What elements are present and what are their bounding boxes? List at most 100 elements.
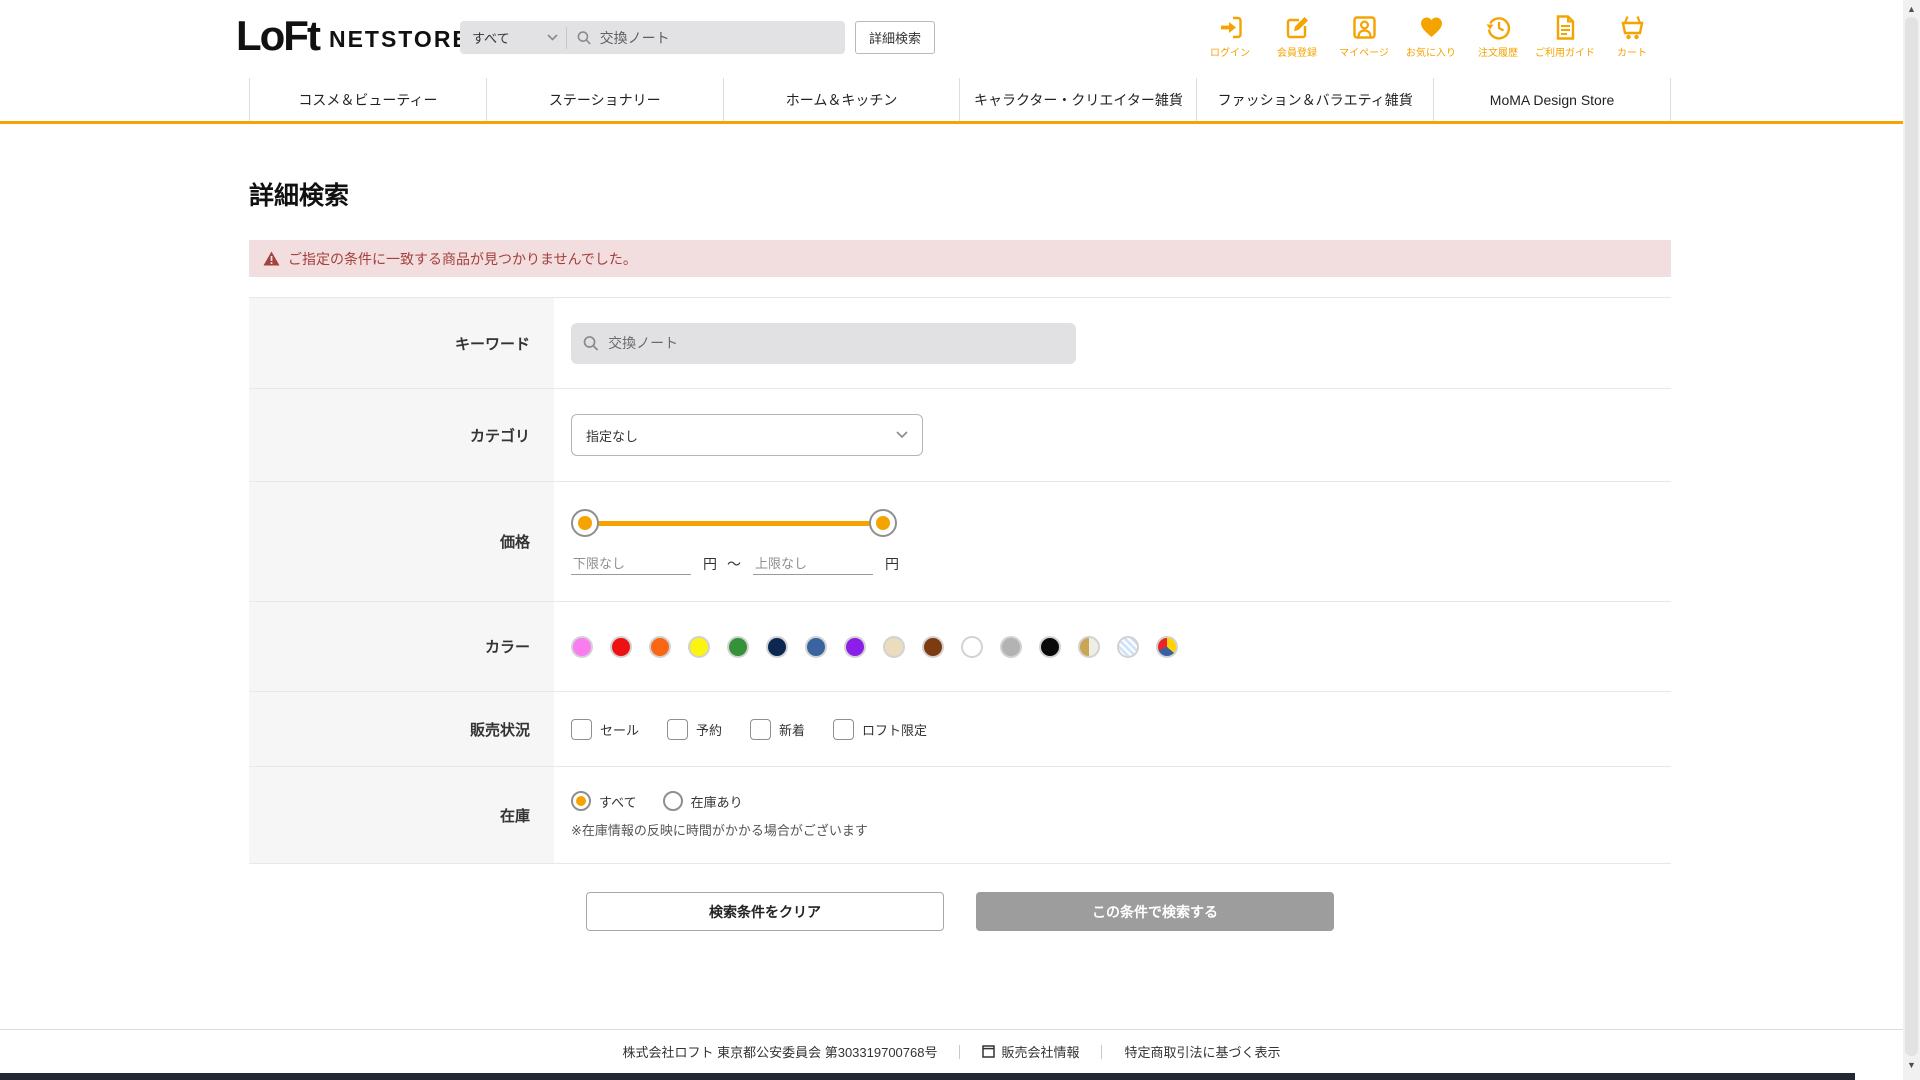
price-min-input[interactable]	[571, 552, 691, 575]
mypage-icon	[1352, 16, 1376, 39]
checkbox-loft-limited[interactable]: ロフト限定	[833, 718, 927, 740]
checkbox-label: 新着	[779, 722, 806, 738]
warning-icon	[263, 251, 280, 266]
nav-item-character[interactable]: キャラクター・クリエイター雑貨	[959, 78, 1196, 121]
color-swatch-orange[interactable]	[649, 635, 671, 658]
clear-conditions-button[interactable]: 検索条件をクリア	[586, 892, 944, 931]
footer-company-text: 株式会社ロフト 東京都公安委員会 第303319700768号	[622, 1045, 938, 1060]
mypage-label: マイページ	[1339, 48, 1389, 59]
guide-label: ご利用ガイド	[1535, 48, 1595, 59]
login-icon	[1220, 16, 1242, 39]
footer-link-seller-info[interactable]: 販売会社情報	[982, 1042, 1079, 1061]
color-swatch-navy[interactable]	[766, 635, 788, 658]
login-link[interactable]: ログイン	[1204, 14, 1256, 59]
sales-status-row: 販売状況 セール 予約 新着 ロフト限定	[249, 692, 1671, 767]
checkbox-box	[750, 718, 772, 740]
cart-label: カート	[1617, 48, 1647, 59]
price-slider-handle-min[interactable]	[571, 508, 599, 537]
favorites-label: お気に入り	[1406, 48, 1456, 59]
color-swatch-beige[interactable]	[883, 635, 905, 658]
color-swatch-purple[interactable]	[844, 635, 866, 658]
register-icon	[1286, 17, 1308, 39]
guide-icon	[1556, 15, 1574, 40]
keyword-field	[571, 322, 1076, 364]
vertical-scrollbar[interactable]: ▲ ▼	[1903, 0, 1920, 1080]
category-select[interactable]: 指定なし	[571, 414, 923, 456]
scrollbar-up-arrow[interactable]: ▲	[1903, 0, 1920, 17]
register-label: 会員登録	[1277, 48, 1317, 59]
cart-link[interactable]: カート	[1606, 14, 1658, 59]
price-separator: ～	[727, 555, 741, 572]
color-swatch-pink[interactable]	[571, 635, 593, 658]
checkbox-label: 予約	[696, 722, 723, 738]
search-icon	[577, 30, 591, 44]
search-form: キーワード カテゴリ 指定なし 価格	[249, 297, 1671, 864]
loft-logo[interactable]: LoFt NETSTORE	[236, 15, 470, 57]
keyword-input[interactable]	[608, 335, 1064, 351]
footer-link-tokushoho[interactable]: 特定商取引法に基づく表示	[1124, 1042, 1280, 1061]
search-input-wrap	[567, 29, 845, 46]
header: LoFt NETSTORE すべて 詳細検索 ログイン 会員登録	[0, 0, 1920, 78]
checkbox-sale[interactable]: セール	[571, 718, 639, 740]
color-swatch-black[interactable]	[1039, 635, 1061, 658]
logo-store-text: NETSTORE	[328, 25, 470, 52]
footer-divider	[959, 1044, 961, 1059]
scrollbar-thumb[interactable]	[1905, 17, 1918, 1056]
bottom-bar	[0, 1073, 1855, 1080]
color-swatch-blue[interactable]	[805, 635, 827, 658]
radio-circle	[662, 791, 683, 811]
category-row: カテゴリ 指定なし	[249, 389, 1671, 482]
checkbox-reservation[interactable]: 予約	[667, 718, 723, 740]
color-label: カラー	[249, 602, 554, 691]
nav-item-home-kitchen[interactable]: ホーム＆キッチン	[722, 78, 960, 121]
stock-note: ※在庫情報の反映に時間がかかる場合がございます	[571, 823, 868, 838]
header-search-bar: すべて	[460, 21, 845, 54]
color-swatch-green[interactable]	[727, 635, 749, 658]
color-row: カラー	[249, 602, 1671, 692]
detail-search-button[interactable]: 詳細検索	[855, 21, 935, 54]
mypage-link[interactable]: マイページ	[1338, 14, 1390, 59]
color-swatch-red[interactable]	[610, 635, 632, 658]
order-history-label: 注文履歴	[1478, 48, 1518, 59]
main-nav: コスメ＆ビューティー ステーショナリー ホーム＆キッチン キャラクター・クリエイ…	[0, 78, 1920, 124]
guide-link[interactable]: ご利用ガイド	[1535, 14, 1595, 59]
color-swatch-gray[interactable]	[1000, 635, 1022, 658]
footer: 株式会社ロフト 東京都公安委員会 第303319700768号 販売会社情報 特…	[0, 1029, 1903, 1073]
radio-label: すべて	[599, 794, 637, 810]
favorites-link[interactable]: お気に入り	[1405, 14, 1457, 59]
color-swatch-clear[interactable]	[1117, 635, 1139, 658]
color-swatch-yellow[interactable]	[688, 635, 710, 658]
color-swatch-brown[interactable]	[922, 635, 944, 658]
header-utilities: ログイン 会員登録 マイページ お気に入り 注文履歴 ご利用ガイド カート	[1204, 14, 1658, 59]
search-category-select[interactable]: すべて	[460, 21, 566, 54]
color-swatch-white[interactable]	[961, 635, 983, 658]
nav-item-moma[interactable]: MoMA Design Store	[1433, 78, 1671, 121]
radio-in-stock[interactable]: 在庫あり	[662, 791, 743, 811]
footer-divider	[1101, 1044, 1103, 1059]
price-max-input[interactable]	[753, 552, 873, 575]
nav-item-fashion[interactable]: ファッション＆バラエティ雑貨	[1196, 78, 1433, 121]
category-value: 指定なし	[586, 428, 639, 444]
login-label: ログイン	[1210, 48, 1250, 59]
checkbox-new[interactable]: 新着	[750, 718, 806, 740]
radio-all[interactable]: すべて	[571, 791, 637, 811]
page-title: 詳細検索	[249, 182, 350, 210]
nav-item-cosme[interactable]: コスメ＆ビューティー	[249, 78, 486, 121]
checkbox-box	[833, 718, 855, 740]
search-submit-button[interactable]: この条件で検索する	[976, 892, 1334, 931]
nav-item-stationery[interactable]: ステーショナリー	[485, 78, 723, 121]
color-swatch-gold-silver[interactable]	[1078, 635, 1100, 658]
order-history-link[interactable]: 注文履歴	[1472, 14, 1524, 59]
keyword-label: キーワード	[249, 298, 554, 388]
price-row: 価格 円 ～ 円	[249, 482, 1671, 602]
price-slider-handle-max[interactable]	[869, 508, 897, 537]
no-results-alert: ご指定の条件に一致する商品が見つかりませんでした。	[249, 240, 1671, 277]
category-label: カテゴリ	[249, 389, 554, 481]
main-content: 詳細検索 ご指定の条件に一致する商品が見つかりませんでした。 キーワード カテゴ…	[249, 124, 1671, 931]
color-swatches	[571, 635, 1178, 658]
header-search-input[interactable]	[599, 29, 835, 46]
register-link[interactable]: 会員登録	[1271, 14, 1323, 59]
color-swatch-multi[interactable]	[1156, 635, 1178, 658]
scrollbar-down-arrow[interactable]: ▼	[1903, 1056, 1920, 1073]
stock-row: 在庫 すべて 在庫あり ※在庫情報の反映に時間がかかる場合がございます	[249, 767, 1671, 864]
